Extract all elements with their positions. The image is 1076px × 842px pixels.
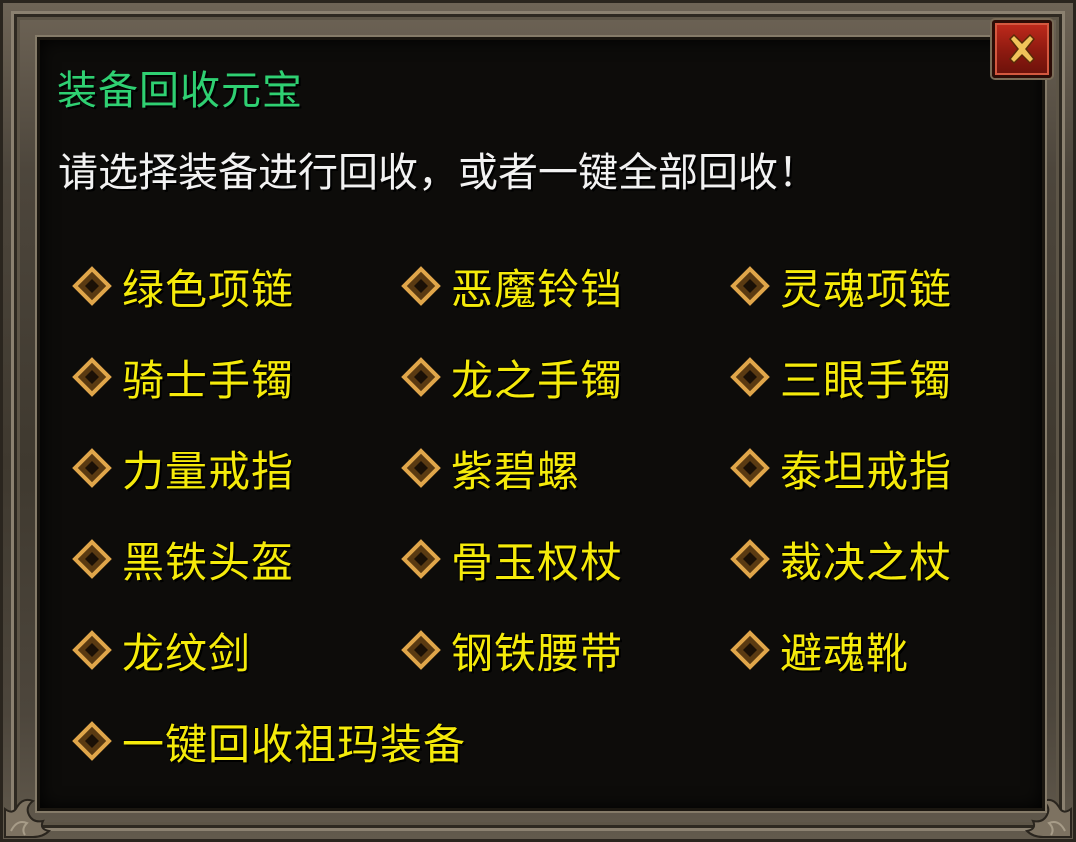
dialog-title: 装备回收元宝 — [57, 68, 303, 114]
equipment-item[interactable]: 骑士手镯 — [72, 347, 294, 407]
equipment-item[interactable]: 龙纹剑 — [72, 620, 251, 680]
equipment-item-label: 龙之手镯 — [451, 355, 624, 405]
close-icon — [1008, 33, 1036, 65]
diamond-bullet-icon — [72, 357, 112, 397]
equipment-list: 绿色项链 恶魔铃铛 灵魂项链 骑士手镯 龙之手镯 三眼手镯 力量戒指 紫碧螺 泰… — [72, 256, 1032, 776]
diamond-bullet-icon — [730, 630, 770, 670]
equipment-item-label: 灵魂项链 — [780, 264, 953, 314]
equipment-item-label: 裁决之杖 — [780, 537, 953, 587]
instruction-text: 请选择装备进行回收，或者一键全部回收！ — [58, 150, 818, 196]
equipment-item-label: 恶魔铃铛 — [451, 264, 624, 314]
equipment-item[interactable]: 绿色项链 — [72, 256, 294, 316]
equipment-item[interactable]: 钢铁腰带 — [401, 620, 623, 680]
recycle-all-zuma-button[interactable]: 一键回收祖玛装备 — [72, 711, 466, 771]
diamond-bullet-icon — [72, 539, 112, 579]
diamond-bullet-icon — [730, 266, 770, 306]
diamond-bullet-icon — [401, 539, 441, 579]
diamond-bullet-icon — [401, 630, 441, 670]
diamond-bullet-icon — [72, 721, 112, 761]
equipment-item-label: 龙纹剑 — [122, 628, 252, 678]
diamond-bullet-icon — [730, 357, 770, 397]
diamond-bullet-icon — [730, 448, 770, 488]
diamond-bullet-icon — [72, 630, 112, 670]
equipment-item-label: 钢铁腰带 — [451, 628, 624, 678]
diamond-bullet-icon — [72, 266, 112, 306]
equipment-item-label: 绿色项链 — [122, 264, 295, 314]
diamond-bullet-icon — [401, 266, 441, 306]
equipment-item[interactable]: 恶魔铃铛 — [401, 256, 623, 316]
diamond-bullet-icon — [72, 448, 112, 488]
equipment-item[interactable]: 泰坦戒指 — [730, 438, 952, 498]
equipment-item-label: 三眼手镯 — [780, 355, 953, 405]
equipment-item[interactable]: 三眼手镯 — [730, 347, 952, 407]
equipment-item[interactable]: 裁决之杖 — [730, 529, 952, 589]
equipment-item[interactable]: 避魂靴 — [730, 620, 909, 680]
equipment-item[interactable]: 力量戒指 — [72, 438, 294, 498]
equipment-item-label: 紫碧螺 — [451, 446, 581, 496]
equipment-item-label: 避魂靴 — [780, 628, 910, 678]
diamond-bullet-icon — [401, 357, 441, 397]
diamond-bullet-icon — [730, 539, 770, 579]
recycle-all-label: 一键回收祖玛装备 — [122, 719, 467, 769]
equipment-item-label: 泰坦戒指 — [780, 446, 953, 496]
equipment-item[interactable]: 灵魂项链 — [730, 256, 952, 316]
equipment-item-label: 骨玉权杖 — [451, 537, 624, 587]
equipment-item[interactable]: 龙之手镯 — [401, 347, 623, 407]
equipment-item-label: 力量戒指 — [122, 446, 295, 496]
diamond-bullet-icon — [401, 448, 441, 488]
equipment-item-label: 黑铁头盔 — [122, 537, 295, 587]
equipment-item[interactable]: 骨玉权杖 — [401, 529, 623, 589]
equipment-item[interactable]: 紫碧螺 — [401, 438, 580, 498]
close-button[interactable] — [992, 20, 1052, 78]
equipment-item-label: 骑士手镯 — [122, 355, 295, 405]
equipment-item[interactable]: 黑铁头盔 — [72, 529, 294, 589]
